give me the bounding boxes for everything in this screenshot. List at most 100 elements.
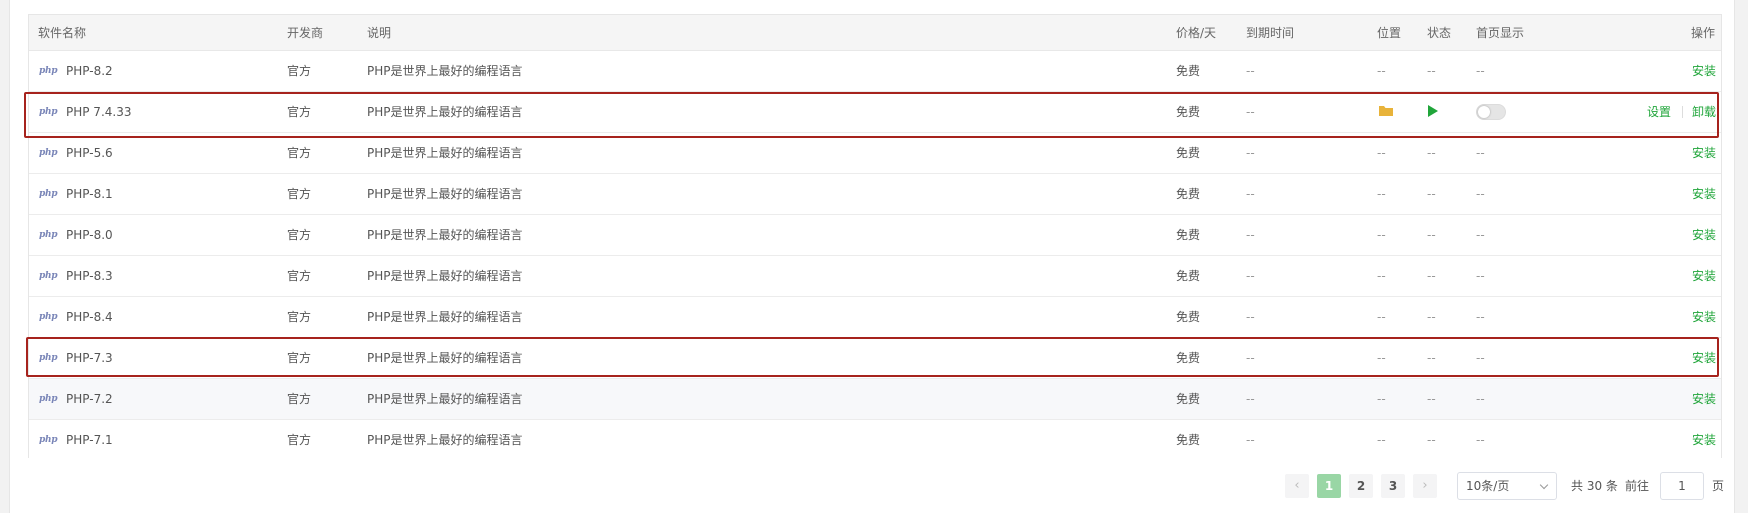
status: -- bbox=[1427, 64, 1436, 78]
software-name: PHP-7.1 bbox=[66, 433, 113, 447]
homepage-display: -- bbox=[1476, 392, 1485, 406]
install-button[interactable]: 安装 bbox=[1692, 174, 1716, 214]
table-row: php PHP-7.2 官方 PHP是世界上最好的编程语言 免费 -- -- -… bbox=[29, 379, 1721, 420]
software-name: PHP-7.2 bbox=[66, 392, 113, 406]
developer: 官方 bbox=[287, 433, 312, 447]
homepage-display: -- bbox=[1476, 351, 1485, 365]
expire-time: -- bbox=[1246, 64, 1255, 78]
install-button[interactable]: 安装 bbox=[1692, 420, 1716, 460]
php-icon: php bbox=[39, 148, 58, 158]
expire-time: -- bbox=[1246, 187, 1255, 201]
description: PHP是世界上最好的编程语言 bbox=[367, 64, 523, 78]
location: -- bbox=[1377, 269, 1386, 283]
play-icon[interactable] bbox=[1428, 105, 1438, 117]
description: PHP是世界上最好的编程语言 bbox=[367, 392, 523, 406]
status: -- bbox=[1427, 433, 1436, 447]
table-row: php PHP-8.4 官方 PHP是世界上最好的编程语言 免费 -- -- -… bbox=[29, 297, 1721, 338]
col-description-header: 说明 bbox=[367, 26, 392, 40]
install-button[interactable]: 安装 bbox=[1692, 51, 1716, 91]
developer: 官方 bbox=[287, 392, 312, 406]
description: PHP是世界上最好的编程语言 bbox=[367, 269, 523, 283]
software-name: PHP-8.2 bbox=[66, 64, 113, 78]
install-button[interactable]: 安装 bbox=[1692, 215, 1716, 255]
software-name: PHP-8.0 bbox=[66, 228, 113, 242]
description: PHP是世界上最好的编程语言 bbox=[367, 187, 523, 201]
price: 免费 bbox=[1176, 64, 1201, 78]
goto-page-input[interactable] bbox=[1660, 472, 1704, 500]
col-homepage-header: 首页显示 bbox=[1476, 26, 1525, 40]
description: PHP是世界上最好的编程语言 bbox=[367, 146, 523, 160]
developer: 官方 bbox=[287, 269, 312, 283]
expire-time: -- bbox=[1246, 228, 1255, 242]
price: 免费 bbox=[1176, 310, 1201, 324]
developer: 官方 bbox=[287, 351, 312, 365]
install-button[interactable]: 安装 bbox=[1692, 379, 1716, 419]
homepage-display: -- bbox=[1476, 187, 1485, 201]
table-row: php PHP-7.1 官方 PHP是世界上最好的编程语言 免费 -- -- -… bbox=[29, 420, 1721, 461]
table-row: php PHP 7.4.33 官方 PHP是世界上最好的编程语言 免费 -- 设… bbox=[29, 92, 1721, 133]
chevron-down-icon bbox=[1539, 480, 1549, 490]
php-icon: php bbox=[39, 107, 58, 117]
toggle-knob bbox=[1478, 106, 1490, 118]
php-icon: php bbox=[39, 230, 58, 240]
col-developer-header: 开发商 bbox=[287, 26, 324, 40]
price: 免费 bbox=[1176, 228, 1201, 242]
page-button-2[interactable]: 2 bbox=[1349, 474, 1373, 498]
table-header: 软件名称 开发商 说明 价格/天 到期时间 位置 状态 首页显示 操作 bbox=[29, 15, 1721, 51]
location: -- bbox=[1377, 351, 1386, 365]
software-name: PHP-8.1 bbox=[66, 187, 113, 201]
table-row: php PHP-8.3 官方 PHP是世界上最好的编程语言 免费 -- -- -… bbox=[29, 256, 1721, 297]
price: 免费 bbox=[1176, 187, 1201, 201]
status: -- bbox=[1427, 269, 1436, 283]
settings-button[interactable]: 设置 bbox=[1647, 92, 1671, 132]
total-count: 共 30 条 bbox=[1571, 479, 1618, 493]
folder-icon[interactable] bbox=[1379, 105, 1393, 117]
page-button-1[interactable]: 1 bbox=[1317, 474, 1341, 498]
developer: 官方 bbox=[287, 228, 312, 242]
col-actions-header: 操作 bbox=[1691, 26, 1716, 40]
description: PHP是世界上最好的编程语言 bbox=[367, 310, 523, 324]
install-button[interactable]: 安装 bbox=[1692, 338, 1716, 378]
homepage-toggle[interactable] bbox=[1476, 104, 1506, 120]
outer-right-gutter bbox=[1734, 0, 1748, 513]
homepage-display: -- bbox=[1476, 146, 1485, 160]
location: -- bbox=[1377, 228, 1386, 242]
install-button[interactable]: 安装 bbox=[1692, 133, 1716, 173]
col-status-header: 状态 bbox=[1427, 26, 1452, 40]
price: 免费 bbox=[1176, 392, 1201, 406]
outer-left-gutter bbox=[0, 0, 10, 513]
uninstall-button[interactable]: 卸载 bbox=[1692, 92, 1716, 132]
status: -- bbox=[1427, 351, 1436, 365]
php-icon: php bbox=[39, 394, 58, 404]
software-name: PHP-5.6 bbox=[66, 146, 113, 160]
install-button[interactable]: 安装 bbox=[1692, 256, 1716, 296]
page-button-3[interactable]: 3 bbox=[1381, 474, 1405, 498]
homepage-display: -- bbox=[1476, 228, 1485, 242]
software-name: PHP-7.3 bbox=[66, 351, 113, 365]
developer: 官方 bbox=[287, 105, 312, 119]
homepage-display: -- bbox=[1476, 310, 1485, 324]
goto-label: 前往 bbox=[1625, 479, 1650, 493]
price: 免费 bbox=[1176, 105, 1201, 119]
expire-time: -- bbox=[1246, 392, 1255, 406]
description: PHP是世界上最好的编程语言 bbox=[367, 105, 523, 119]
description: PHP是世界上最好的编程语言 bbox=[367, 351, 523, 365]
location: -- bbox=[1377, 187, 1386, 201]
col-name-header: 软件名称 bbox=[38, 26, 87, 40]
developer: 官方 bbox=[287, 310, 312, 324]
page-size-value: 10条/页 bbox=[1466, 479, 1510, 493]
status: -- bbox=[1427, 187, 1436, 201]
page-size-select[interactable]: 10条/页 bbox=[1457, 472, 1557, 500]
homepage-display: -- bbox=[1476, 433, 1485, 447]
next-page-button[interactable]: › bbox=[1413, 474, 1437, 498]
prev-page-button[interactable]: ‹ bbox=[1285, 474, 1309, 498]
software-name: PHP 7.4.33 bbox=[66, 105, 132, 119]
price: 免费 bbox=[1176, 146, 1201, 160]
expire-time: -- bbox=[1246, 105, 1255, 119]
location: -- bbox=[1377, 64, 1386, 78]
install-button[interactable]: 安装 bbox=[1692, 297, 1716, 337]
price: 免费 bbox=[1176, 351, 1201, 365]
status: -- bbox=[1427, 228, 1436, 242]
php-icon: php bbox=[39, 271, 58, 281]
location: -- bbox=[1377, 433, 1386, 447]
